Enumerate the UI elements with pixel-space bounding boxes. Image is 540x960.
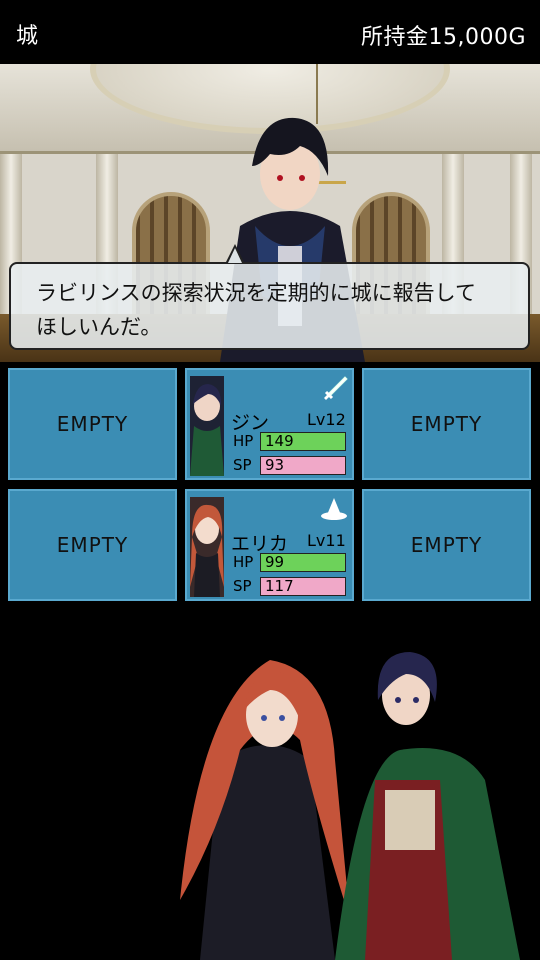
member-name: エリカ [231, 533, 289, 555]
party-artwork [180, 652, 520, 960]
sp-bar: 117 [260, 577, 346, 596]
sp-bar: 93 [260, 456, 346, 475]
member-portrait [190, 497, 224, 597]
money-display: 所持金15,000G [360, 25, 526, 50]
party-slot-empty[interactable]: EMPTY [8, 368, 177, 480]
hp-bar: 99 [260, 553, 346, 572]
party-slot-member-erika[interactable]: エリカ Lv11 HP 99 SP 117 [185, 489, 354, 601]
top-bar: 城 所持金15,000G [0, 0, 540, 64]
member-portrait [190, 376, 224, 476]
dialog-line-2: ほしいんだ。 [36, 315, 162, 339]
location-label: 城 [16, 24, 39, 49]
dialog-tail-fill [228, 248, 242, 263]
member-name: ジン [231, 412, 270, 434]
dialog-text: ラビリンスの探索状況を定期的に城に報告して ほしいんだ。 [36, 276, 516, 344]
sp-label: SP [233, 456, 252, 474]
party-slot-empty[interactable]: EMPTY [362, 489, 531, 601]
empty-label: EMPTY [56, 533, 129, 557]
hp-bar: 149 [260, 432, 346, 451]
sword-icon [324, 376, 348, 400]
member-level: Lv11 [307, 531, 346, 550]
dialog-line-1: ラビリンスの探索状況を定期的に城に報告して [36, 281, 476, 305]
member-level: Lv12 [307, 410, 346, 429]
party-slot-empty[interactable]: EMPTY [8, 489, 177, 601]
party-slot-member-jin[interactable]: ジン Lv12 HP 149 SP 93 [185, 368, 354, 480]
wizard-hat-icon [321, 498, 347, 520]
empty-label: EMPTY [410, 533, 483, 557]
empty-label: EMPTY [410, 412, 483, 436]
empty-label: EMPTY [56, 412, 129, 436]
party-slot-empty[interactable]: EMPTY [362, 368, 531, 480]
sp-label: SP [233, 577, 252, 595]
hp-label: HP [233, 553, 254, 571]
hp-label: HP [233, 432, 254, 450]
